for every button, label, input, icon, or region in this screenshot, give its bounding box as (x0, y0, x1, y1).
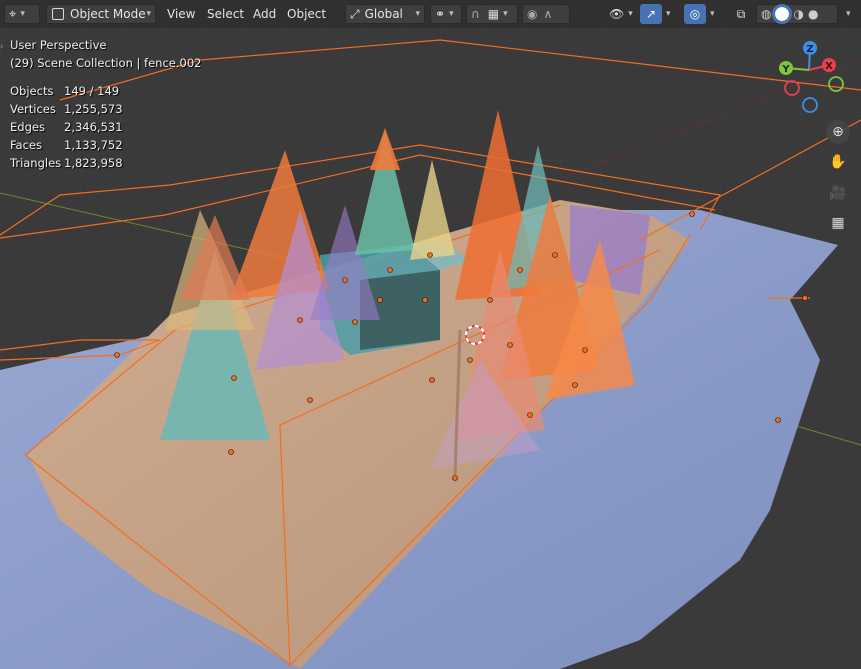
viewport-info-overlay: User Perspective (29) Scene Collection |… (10, 36, 201, 172)
3d-viewport[interactable]: ⌖ ▾ Object Mode ▾ View Select Add Object… (0, 0, 861, 669)
material-shading-icon[interactable]: ◑ (793, 7, 803, 21)
perspective-toggle-button[interactable]: ▦ (826, 211, 850, 235)
viewport-header: ⌖ ▾ Object Mode ▾ View Select Add Object… (0, 0, 861, 28)
gizmo-options-dropdown[interactable]: ▾ (662, 4, 678, 24)
neg-x-axis-handle[interactable] (784, 80, 800, 96)
shading-mode-group[interactable]: ◍ ◑ ● (756, 4, 838, 24)
zoom-icon: ⊕ (832, 124, 844, 140)
mode-dropdown[interactable]: Object Mode ▾ (46, 4, 156, 24)
collection-label: (29) Scene Collection | fence.002 (10, 56, 202, 70)
neg-y-axis-handle[interactable] (828, 76, 844, 92)
hand-pan-icon: ✋ (829, 154, 847, 170)
camera-view-button[interactable]: 🎥 (826, 181, 850, 205)
chevron-down-icon: ▾ (666, 9, 671, 19)
solid-shading-icon[interactable] (772, 4, 793, 24)
pivot-icon: ⚭ (435, 7, 446, 21)
chevron-down-icon: ▾ (628, 9, 633, 19)
stats-row: Objects 149 / 149 (10, 82, 201, 100)
chevron-down-icon: ▾ (20, 9, 25, 19)
overlay-options-dropdown[interactable]: ▾ (706, 4, 722, 24)
wireframe-shading-icon[interactable]: ◍ (761, 7, 771, 21)
navigation-gizmo[interactable]: Z X Y (770, 36, 860, 118)
eye-icon: 👁 (609, 7, 625, 21)
camera-icon: 🎥 (829, 185, 847, 201)
proportional-edit-group[interactable]: ◉ ∧ (522, 4, 570, 24)
stats-label: Edges (10, 120, 45, 134)
visibility-dropdown[interactable]: 👁 ▾ (605, 4, 637, 24)
overlay-toggle-button[interactable]: ◎ (684, 4, 706, 24)
stats-label: Faces (10, 138, 42, 152)
neg-z-axis-handle[interactable] (802, 97, 818, 113)
editor-type-button[interactable]: ⌖ ▾ (4, 4, 40, 24)
orientation-icon: ⤢ (350, 6, 360, 21)
chevron-down-icon: ▾ (146, 9, 151, 19)
snap-group[interactable]: ∩ ▦ ▾ (466, 4, 518, 24)
orientation-label: Global (364, 7, 403, 21)
zoom-button[interactable]: ⊕ (826, 120, 850, 144)
stats-value: 1,255,573 (64, 102, 123, 116)
grid-snap-icon[interactable]: ▦ (488, 7, 499, 21)
stats-label: Triangles (10, 156, 62, 170)
axis-icon: ⌖ (9, 6, 17, 22)
chevron-down-icon: ▾ (415, 9, 420, 19)
perspective-label: User Perspective (10, 38, 107, 52)
stats-row: Triangles 1,823,958 (10, 154, 201, 172)
shading-options-dropdown[interactable]: ▾ (842, 4, 858, 24)
chevron-down-icon: ▾ (503, 9, 508, 19)
magnet-icon[interactable]: ∩ (471, 7, 480, 21)
chevron-down-icon: ▾ (710, 9, 715, 19)
gizmo-toggle-button[interactable]: ↗ (640, 4, 662, 24)
object-mode-icon (52, 8, 64, 20)
rendered-shading-icon[interactable]: ● (808, 7, 818, 21)
menu-add[interactable]: Add (253, 5, 276, 23)
stats-value: 1,133,752 (64, 138, 123, 152)
stats-label: Vertices (10, 102, 56, 116)
chevron-down-icon: ▾ (449, 9, 454, 19)
stats-row: Vertices 1,255,573 (10, 100, 201, 118)
proportional-circle-icon[interactable]: ◉ (527, 7, 537, 21)
transform-orientation-dropdown[interactable]: ⤢ Global ▾ (345, 4, 425, 24)
menu-select[interactable]: Select (207, 5, 244, 23)
z-axis-label: Z (806, 44, 813, 55)
stats-value: 2,346,531 (64, 120, 123, 134)
falloff-curve-icon[interactable]: ∧ (543, 7, 552, 21)
overlay-circles-icon: ◎ (689, 7, 701, 21)
mode-label: Object Mode (70, 7, 146, 21)
gizmo-arrow-icon: ↗ (645, 7, 657, 21)
menu-object[interactable]: Object (287, 5, 326, 23)
toolbar-expand-arrow-icon[interactable]: › (0, 42, 6, 52)
xray-icon: ⧉ (736, 6, 746, 21)
pivot-point-dropdown[interactable]: ⚭ ▾ (430, 4, 462, 24)
stats-value: 1,823,958 (64, 156, 123, 170)
y-axis-label: Y (781, 64, 790, 75)
perspective-grid-icon: ▦ (831, 215, 845, 231)
stats-label: Objects (10, 84, 54, 98)
stats-row: Edges 2,346,531 (10, 118, 201, 136)
menu-view[interactable]: View (167, 5, 195, 23)
xray-toggle-button[interactable]: ⧉ (730, 4, 752, 24)
stats-row: Faces 1,133,752 (10, 136, 201, 154)
pan-button[interactable]: ✋ (826, 150, 850, 174)
x-axis-label: X (825, 61, 833, 72)
stats-value: 149 / 149 (64, 84, 120, 98)
chevron-down-icon: ▾ (846, 9, 851, 19)
